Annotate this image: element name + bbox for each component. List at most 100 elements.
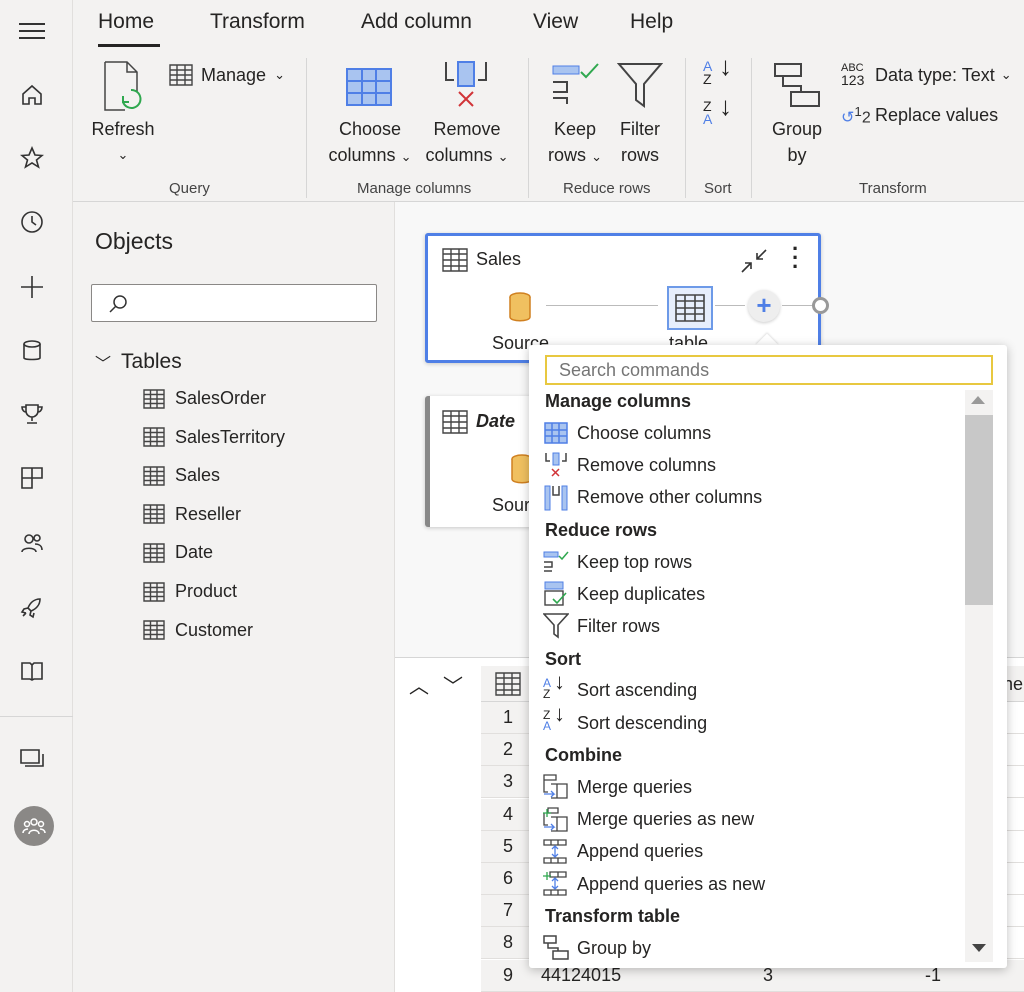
trophy-icon[interactable]: [16, 398, 48, 430]
hamburger-menu-icon[interactable]: [16, 15, 48, 47]
table-step-node[interactable]: [667, 286, 713, 330]
table-icon[interactable]: [495, 672, 521, 696]
section-header: Transform table: [545, 906, 681, 927]
keep-rows-button[interactable]: Keep rows ⌄: [543, 58, 607, 168]
popup-scrollbar[interactable]: [965, 390, 993, 962]
chevron-down-icon: ⌄: [497, 149, 509, 164]
table-icon: [442, 410, 468, 434]
source-database-icon: [509, 292, 531, 322]
chevron-down-icon: ⌄: [1000, 67, 1012, 82]
remove-columns-icon: [543, 452, 569, 478]
star-icon[interactable]: [16, 142, 48, 174]
table-icon: [143, 620, 165, 640]
row-number: 3: [481, 766, 535, 799]
group-label-reduce-rows: Reduce rows: [563, 180, 651, 197]
filter-rows-icon: [543, 613, 569, 639]
manage-button[interactable]: Manage ⌄: [169, 64, 285, 86]
rail-divider: [0, 716, 73, 717]
output-node[interactable]: [812, 297, 829, 314]
group-label-manage-columns: Manage columns: [357, 180, 472, 197]
search-commands-input[interactable]: [545, 355, 993, 385]
merge-queries-as-new-icon: [543, 806, 569, 833]
collapse-icon[interactable]: [740, 248, 768, 274]
tab-help[interactable]: Help: [630, 10, 673, 34]
choose-columns-button[interactable]: Choose columns ⌄: [328, 58, 412, 168]
command-keep-top-rows[interactable]: Keep top rows: [543, 549, 692, 575]
section-header: Manage columns: [545, 391, 692, 411]
command-merge-queries[interactable]: Merge queries: [543, 774, 692, 800]
filter-icon: [617, 63, 663, 108]
rocket-icon[interactable]: [16, 591, 48, 623]
ribbon-separator: [685, 58, 686, 198]
table-icon: [143, 427, 165, 447]
chevron-down-icon: ⌄: [117, 147, 129, 162]
command-remove-columns[interactable]: Remove columns: [543, 452, 716, 478]
chevron-down-icon: ﹀: [95, 356, 112, 373]
table-list-item[interactable]: Date: [143, 542, 213, 563]
scroll-up-arrow-icon[interactable]: [971, 396, 985, 404]
command-group-by[interactable]: Group by: [543, 935, 651, 961]
apps-icon[interactable]: [16, 462, 48, 494]
command-filter-rows[interactable]: Filter rows: [543, 613, 660, 639]
command-keep-duplicates[interactable]: Keep duplicates: [543, 581, 705, 607]
table-list-item[interactable]: Sales: [143, 465, 220, 486]
card-title: Sales: [476, 249, 522, 269]
row-number: 1: [481, 702, 535, 734]
append-queries-icon: [543, 839, 569, 865]
connector-line: [546, 305, 658, 306]
table-list-item[interactable]: Reseller: [143, 504, 241, 525]
tab-transform[interactable]: Transform: [210, 10, 305, 34]
table-list-item[interactable]: SalesOrder: [143, 388, 266, 409]
group-label-query: Query: [169, 180, 210, 197]
plus-icon[interactable]: [16, 271, 48, 303]
row-number: 5: [481, 830, 535, 863]
command-sort-descending[interactable]: Z A ↓ Sort descending: [543, 703, 707, 736]
replace-values-button[interactable]: ↺12 Replace values: [841, 104, 998, 127]
command-remove-other-columns[interactable]: Remove other columns: [543, 485, 762, 511]
section-header: Reduce rows: [545, 519, 658, 540]
append-queries-as-new-icon: [543, 871, 569, 897]
table-list-item[interactable]: SalesTerritory: [143, 427, 285, 448]
group-by-icon: [774, 63, 820, 107]
tab-view[interactable]: View: [533, 10, 578, 34]
ribbon-separator: [528, 58, 529, 198]
command-append-queries-as-new[interactable]: Append queries as new: [543, 871, 765, 897]
remove-columns-button[interactable]: Remove columns ⌄: [425, 58, 509, 168]
people-icon[interactable]: [16, 527, 48, 559]
sort-descending-button[interactable]: Z A ↓: [703, 93, 739, 126]
command-append-queries[interactable]: Append queries: [543, 839, 703, 865]
table-icon: [442, 248, 468, 272]
sort-ascending-button[interactable]: A Z ↓: [703, 53, 739, 86]
database-icon[interactable]: [16, 335, 48, 367]
tab-home[interactable]: Home: [98, 10, 154, 34]
chevron-down-icon: ⌄: [274, 67, 285, 82]
more-options-icon[interactable]: · · ·: [792, 238, 799, 278]
table-list-item[interactable]: Customer: [143, 620, 253, 641]
tables-tree-toggle[interactable]: ﹀ Tables: [95, 350, 182, 374]
filter-rows-button[interactable]: Filter rows: [611, 58, 669, 168]
group-by-button[interactable]: Group by: [763, 58, 831, 168]
command-choose-columns[interactable]: Choose columns: [543, 420, 711, 446]
scroll-down-icon[interactable]: ﹀: [443, 670, 463, 699]
refresh-button[interactable]: Refresh ⌄: [91, 58, 155, 164]
book-icon[interactable]: [16, 655, 48, 687]
tab-add-column[interactable]: Add column: [361, 10, 472, 34]
command-merge-queries-as-new[interactable]: Merge queries as new: [543, 806, 754, 833]
add-step-button[interactable]: +: [748, 290, 780, 322]
connector-line: [715, 305, 745, 306]
command-sort-ascending[interactable]: A Z ↓ Sort ascending: [543, 670, 697, 704]
workspaces-icon[interactable]: [16, 743, 48, 775]
data-type-dropdown[interactable]: ABC 123 Data type: Text ⌄: [841, 62, 1012, 88]
table-list-item[interactable]: Product: [143, 581, 237, 602]
objects-search-input[interactable]: [91, 284, 377, 322]
group-label-transform: Transform: [859, 180, 927, 197]
ribbon-separator: [751, 58, 752, 198]
scrollbar-thumb[interactable]: [965, 415, 993, 605]
scroll-up-icon[interactable]: ︿: [409, 670, 429, 699]
scroll-down-arrow-icon[interactable]: [972, 944, 986, 952]
workspace-avatar[interactable]: [14, 806, 54, 846]
ribbon-separator: [306, 58, 307, 198]
recent-clock-icon[interactable]: [16, 206, 48, 238]
row-number: 2: [481, 734, 535, 767]
home-icon[interactable]: [16, 79, 48, 111]
